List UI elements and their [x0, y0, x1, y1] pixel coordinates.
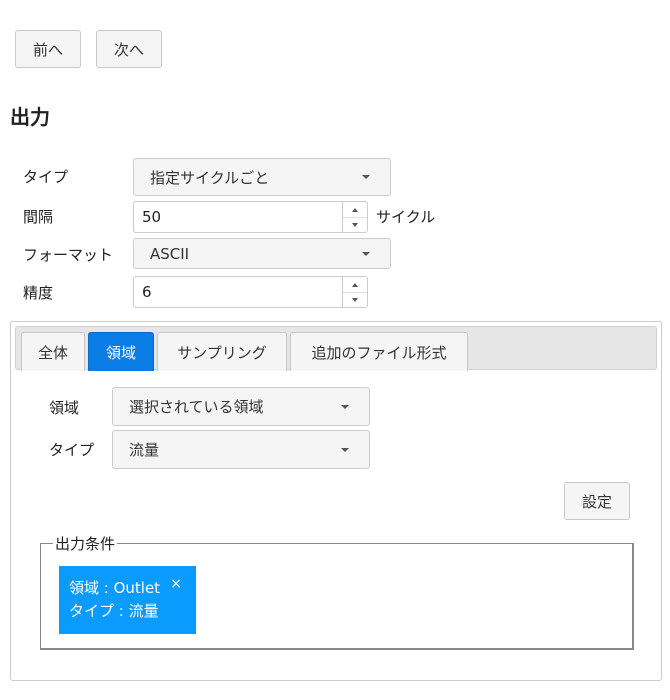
type-select-value: 指定サイクルごと: [150, 168, 270, 187]
precision-increment-button[interactable]: [343, 277, 367, 293]
interval-stepper[interactable]: 50: [133, 201, 368, 233]
region-type-select-value: 流量: [129, 441, 160, 459]
format-label: フォーマット: [23, 246, 114, 264]
arrow-down-icon: [352, 222, 358, 227]
region-type-select[interactable]: 流量: [112, 430, 370, 469]
arrow-up-icon: [352, 207, 358, 212]
format-select-value: ASCII: [150, 244, 190, 263]
condition-type: タイプ : 流量: [69, 602, 159, 620]
interval-stepper-arrows: [342, 202, 367, 232]
region-select[interactable]: 選択されている領域: [112, 387, 370, 426]
region-label: 領域: [49, 399, 80, 417]
format-select[interactable]: ASCII: [133, 238, 391, 269]
chevron-down-icon: [341, 447, 349, 452]
next-button[interactable]: 次へ: [96, 30, 162, 68]
type-label: タイプ: [23, 168, 69, 186]
condition-chip[interactable]: 領域 : Outlet タイプ : 流量 ×: [59, 566, 196, 634]
interval-decrement-button[interactable]: [343, 217, 367, 232]
chevron-down-icon: [362, 175, 370, 179]
tab-general[interactable]: 全体: [21, 332, 85, 371]
prev-button[interactable]: 前へ: [15, 30, 81, 68]
precision-label: 精度: [23, 284, 54, 302]
tab-bar: 全体 領域 サンプリング 追加のファイル形式: [15, 326, 657, 371]
chevron-down-icon: [341, 404, 349, 409]
region-select-value: 選択されている領域: [129, 398, 264, 416]
tab-sampling[interactable]: サンプリング: [157, 332, 287, 371]
interval-increment-button[interactable]: [343, 202, 367, 218]
interval-unit: サイクル: [376, 208, 436, 226]
precision-stepper-arrows: [342, 277, 367, 307]
arrow-up-icon: [352, 282, 358, 287]
output-conditions-legend: 出力条件: [53, 533, 118, 554]
type-select[interactable]: 指定サイクルごと: [133, 158, 391, 196]
precision-stepper[interactable]: 6: [133, 276, 368, 308]
set-button[interactable]: 設定: [564, 482, 630, 520]
precision-decrement-button[interactable]: [343, 292, 367, 307]
output-tabs-panel: 全体 領域 サンプリング 追加のファイル形式 領域 選択されている領域 タイプ …: [10, 321, 662, 681]
tab-additional-file-formats[interactable]: 追加のファイル形式: [290, 332, 468, 371]
close-icon[interactable]: ×: [170, 573, 182, 596]
interval-label: 間隔: [23, 208, 54, 226]
chevron-down-icon: [362, 251, 370, 256]
arrow-down-icon: [352, 297, 358, 302]
output-conditions-box: 出力条件 領域 : Outlet タイプ : 流量 ×: [40, 533, 634, 650]
section-title: 出力: [10, 105, 50, 129]
condition-region: 領域 : Outlet: [69, 579, 161, 597]
region-type-label: タイプ: [49, 441, 95, 459]
interval-value: 50: [142, 208, 162, 226]
tab-region[interactable]: 領域: [88, 332, 154, 371]
precision-value: 6: [142, 283, 152, 301]
